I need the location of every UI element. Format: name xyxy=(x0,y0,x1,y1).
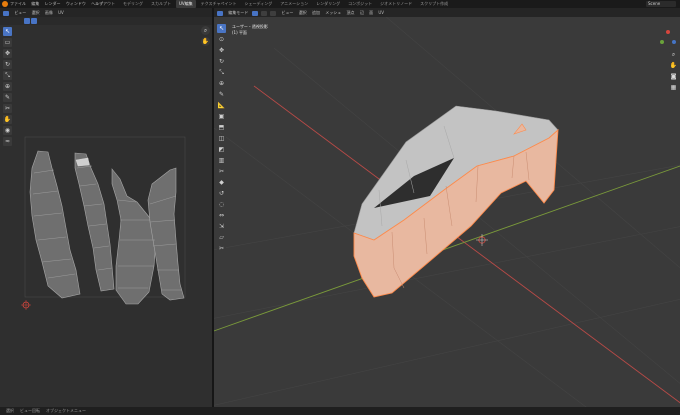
smooth-icon[interactable]: ◌ xyxy=(217,200,226,209)
uv-island-4[interactable] xyxy=(147,167,185,301)
rotate-icon[interactable]: ↻ xyxy=(217,57,226,66)
vp-menu-add[interactable]: 追加 xyxy=(312,8,320,17)
uv-canvas[interactable] xyxy=(0,8,212,407)
workspace-tab[interactable]: コンポジット xyxy=(345,0,375,8)
axis-y-icon[interactable] xyxy=(660,40,664,44)
mode-selector[interactable]: 編集モード xyxy=(228,8,248,17)
workspace-tab[interactable]: シェーディング xyxy=(242,0,276,8)
scale-icon[interactable]: ⤡ xyxy=(217,68,226,77)
workspace-tab[interactable]: スカルプト xyxy=(148,0,174,8)
menu-file[interactable]: ファイル xyxy=(10,1,26,6)
bevel-icon[interactable]: ◩ xyxy=(217,145,226,154)
3d-cursor[interactable] xyxy=(476,234,488,246)
face-select-icon[interactable] xyxy=(270,10,277,16)
shrink-icon[interactable]: ⇲ xyxy=(217,222,226,231)
knife-icon[interactable]: ✂ xyxy=(217,167,226,176)
workspace-tab[interactable]: レイアウト xyxy=(92,0,118,8)
workspace-tab[interactable]: レンダリング xyxy=(313,0,343,8)
move-icon[interactable]: ✥ xyxy=(217,46,226,55)
vp-menu-face[interactable]: 面 xyxy=(369,8,373,17)
camera-icon[interactable]: ◙ xyxy=(669,72,678,81)
zoom-icon[interactable]: ⌕ xyxy=(669,50,678,59)
menu-render[interactable]: レンダー xyxy=(45,1,61,6)
shear-icon[interactable]: ▱ xyxy=(217,233,226,242)
spin-icon[interactable]: ↺ xyxy=(217,189,226,198)
active-object-label: (1) 平面 xyxy=(232,30,247,35)
workspace-tab[interactable]: アニメーション xyxy=(277,0,311,8)
blender-logo-icon[interactable] xyxy=(2,1,8,7)
workspace-tab[interactable]: スクリプト作成 xyxy=(417,0,451,8)
status-item: ビュー回転 xyxy=(20,408,40,413)
grid-icon[interactable]: ▦ xyxy=(669,83,678,92)
uv-editor[interactable]: ビュー 選択 画像 UV ↖ ▭ ✥ ↻ ⤡ ⊕ ✎ ✂ ✋ ◉ ≈ ⌕ ✋ xyxy=(0,8,212,407)
add-cube-icon[interactable]: ▣ xyxy=(217,112,226,121)
workspace-tab[interactable]: UV編集 xyxy=(176,0,196,8)
uv-island-1[interactable] xyxy=(29,150,81,299)
measure-icon[interactable]: 📐 xyxy=(217,101,226,110)
transform-icon[interactable]: ⊕ xyxy=(217,79,226,88)
workspace-tab[interactable]: テクスチャペイント xyxy=(198,0,240,8)
editor-type-icon[interactable] xyxy=(217,10,223,16)
vp-menu-view[interactable]: ビュー xyxy=(281,8,293,17)
vertex-select-icon[interactable] xyxy=(251,10,258,16)
axis-x-icon[interactable] xyxy=(666,30,670,34)
status-item: 選択 xyxy=(6,408,14,413)
viewport-header: 編集モード ビュー 選択 追加 メッシュ 頂点 辺 面 UV xyxy=(214,8,680,17)
cursor-select-icon[interactable]: ↖ xyxy=(217,24,226,33)
3d-viewport[interactable]: 編集モード ビュー 選択 追加 メッシュ 頂点 辺 面 UV ユーザー・透視投影… xyxy=(214,8,680,407)
viewport-canvas[interactable] xyxy=(214,8,680,407)
poly-build-icon[interactable]: ◆ xyxy=(217,178,226,187)
menu-edit[interactable]: 編集 xyxy=(31,1,39,6)
viewport-toolbar: ↖ ⊙ ✥ ↻ ⤡ ⊕ ✎ 📐 ▣ ⬒ ◫ ◩ ▥ ✂ ◆ ↺ ◌ ⇔ ⇲ ▱ ✂ xyxy=(217,24,226,255)
vp-menu-select[interactable]: 選択 xyxy=(299,8,307,17)
axis-z-icon[interactable] xyxy=(672,40,676,44)
workspace-tabs: レイアウト モデリング スカルプト UV編集 テクスチャペイント シェーディング アニメーシ… xyxy=(92,0,453,8)
uv-island-3[interactable] xyxy=(111,168,157,305)
inset-icon[interactable]: ◫ xyxy=(217,134,226,143)
extrude-icon[interactable]: ⬒ xyxy=(217,123,226,132)
scene-selector[interactable]: Scene xyxy=(646,1,676,7)
workspace-tab[interactable]: ジオメトリノード xyxy=(377,0,415,8)
edge-slide-icon[interactable]: ⇔ xyxy=(217,211,226,220)
cursor-icon[interactable]: ⊙ xyxy=(217,35,226,44)
rip-icon[interactable]: ✂ xyxy=(217,244,226,253)
edge-select-icon[interactable] xyxy=(260,10,267,16)
vp-menu-mesh[interactable]: メッシュ xyxy=(325,8,341,17)
vp-menu-uv[interactable]: UV xyxy=(378,8,384,17)
viewport-info: ユーザー・透視投影 (1) 平面 xyxy=(232,24,268,36)
navigation-gizmo[interactable] xyxy=(660,30,676,46)
loop-cut-icon[interactable]: ▥ xyxy=(217,156,226,165)
status-item: オブジェクトメニュー xyxy=(46,408,86,413)
annotate-icon[interactable]: ✎ xyxy=(217,90,226,99)
workspace-tab[interactable]: モデリング xyxy=(120,0,146,8)
viewport-nav-buttons: ⌕ ✋ ◙ ▦ xyxy=(669,50,678,94)
vp-menu-vertex[interactable]: 頂点 xyxy=(347,8,355,17)
hand-icon[interactable]: ✋ xyxy=(669,61,678,70)
uv-island-2[interactable] xyxy=(74,152,115,292)
uv-2d-cursor[interactable] xyxy=(21,300,31,310)
menu-window[interactable]: ウィンドウ xyxy=(66,1,86,6)
status-bar: 選択 ビュー回転 オブジェクトメニュー xyxy=(0,407,680,415)
top-bar: ファイル 編集 レンダー ウィンドウ ヘルプ レイアウト モデリング スカルプト UV… xyxy=(0,0,680,8)
vp-menu-edge[interactable]: 辺 xyxy=(360,8,364,17)
mesh-object[interactable] xyxy=(353,105,559,298)
